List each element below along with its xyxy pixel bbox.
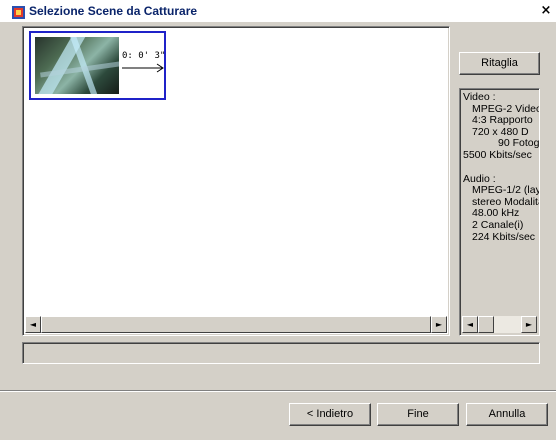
info-scrollbar[interactable]: ◄ ► xyxy=(462,316,537,333)
info-scroll-thumb[interactable] xyxy=(478,316,494,333)
scene-list[interactable]: 0: 0' 3" ◄ ► xyxy=(22,26,450,336)
trim-button[interactable]: Ritaglia xyxy=(459,52,540,75)
scroll-left-button[interactable]: ◄ xyxy=(25,316,41,333)
progress-bar xyxy=(22,342,540,364)
app-icon xyxy=(12,6,25,19)
video-header: Video : xyxy=(463,91,496,103)
arrow-right-icon xyxy=(122,63,164,73)
scroll-thumb[interactable] xyxy=(41,316,431,333)
back-button[interactable]: < Indietro xyxy=(289,403,371,426)
audio-bitrate: 224 Kbits/sec xyxy=(472,230,536,243)
dialog-window: Selezione Scene da Catturare × 0: 0' 3" … xyxy=(0,0,556,440)
info-scroll-left-button[interactable]: ◄ xyxy=(462,316,478,333)
audio-codec: MPEG-1/2 (layer 2) xyxy=(472,184,539,197)
finish-button[interactable]: Fine xyxy=(377,403,459,426)
scene-thumbnail-card[interactable]: 0: 0' 3" xyxy=(29,31,166,100)
scene-duration: 0: 0' 3" xyxy=(122,51,166,61)
close-icon[interactable]: × xyxy=(538,2,554,20)
scroll-right-button[interactable]: ► xyxy=(431,316,447,333)
video-bitrate: 5500 Kbits/sec xyxy=(463,148,532,161)
video-thumbnail xyxy=(35,37,119,94)
media-info-text: Video : MPEG-2 Video 4:3 Rapporto 720 x … xyxy=(463,91,539,243)
info-scroll-right-button[interactable]: ► xyxy=(521,316,537,333)
media-info-panel: Video : MPEG-2 Video 4:3 Rapporto 720 x … xyxy=(459,88,540,336)
window-title: Selezione Scene da Catturare xyxy=(29,4,198,18)
title-bar[interactable]: Selezione Scene da Catturare × xyxy=(0,0,556,22)
cancel-button[interactable]: Annulla xyxy=(466,403,548,426)
scene-list-scrollbar[interactable]: ◄ ► xyxy=(25,316,447,333)
divider xyxy=(0,390,556,392)
audio-channels: 2 Canale(i) xyxy=(472,218,524,231)
